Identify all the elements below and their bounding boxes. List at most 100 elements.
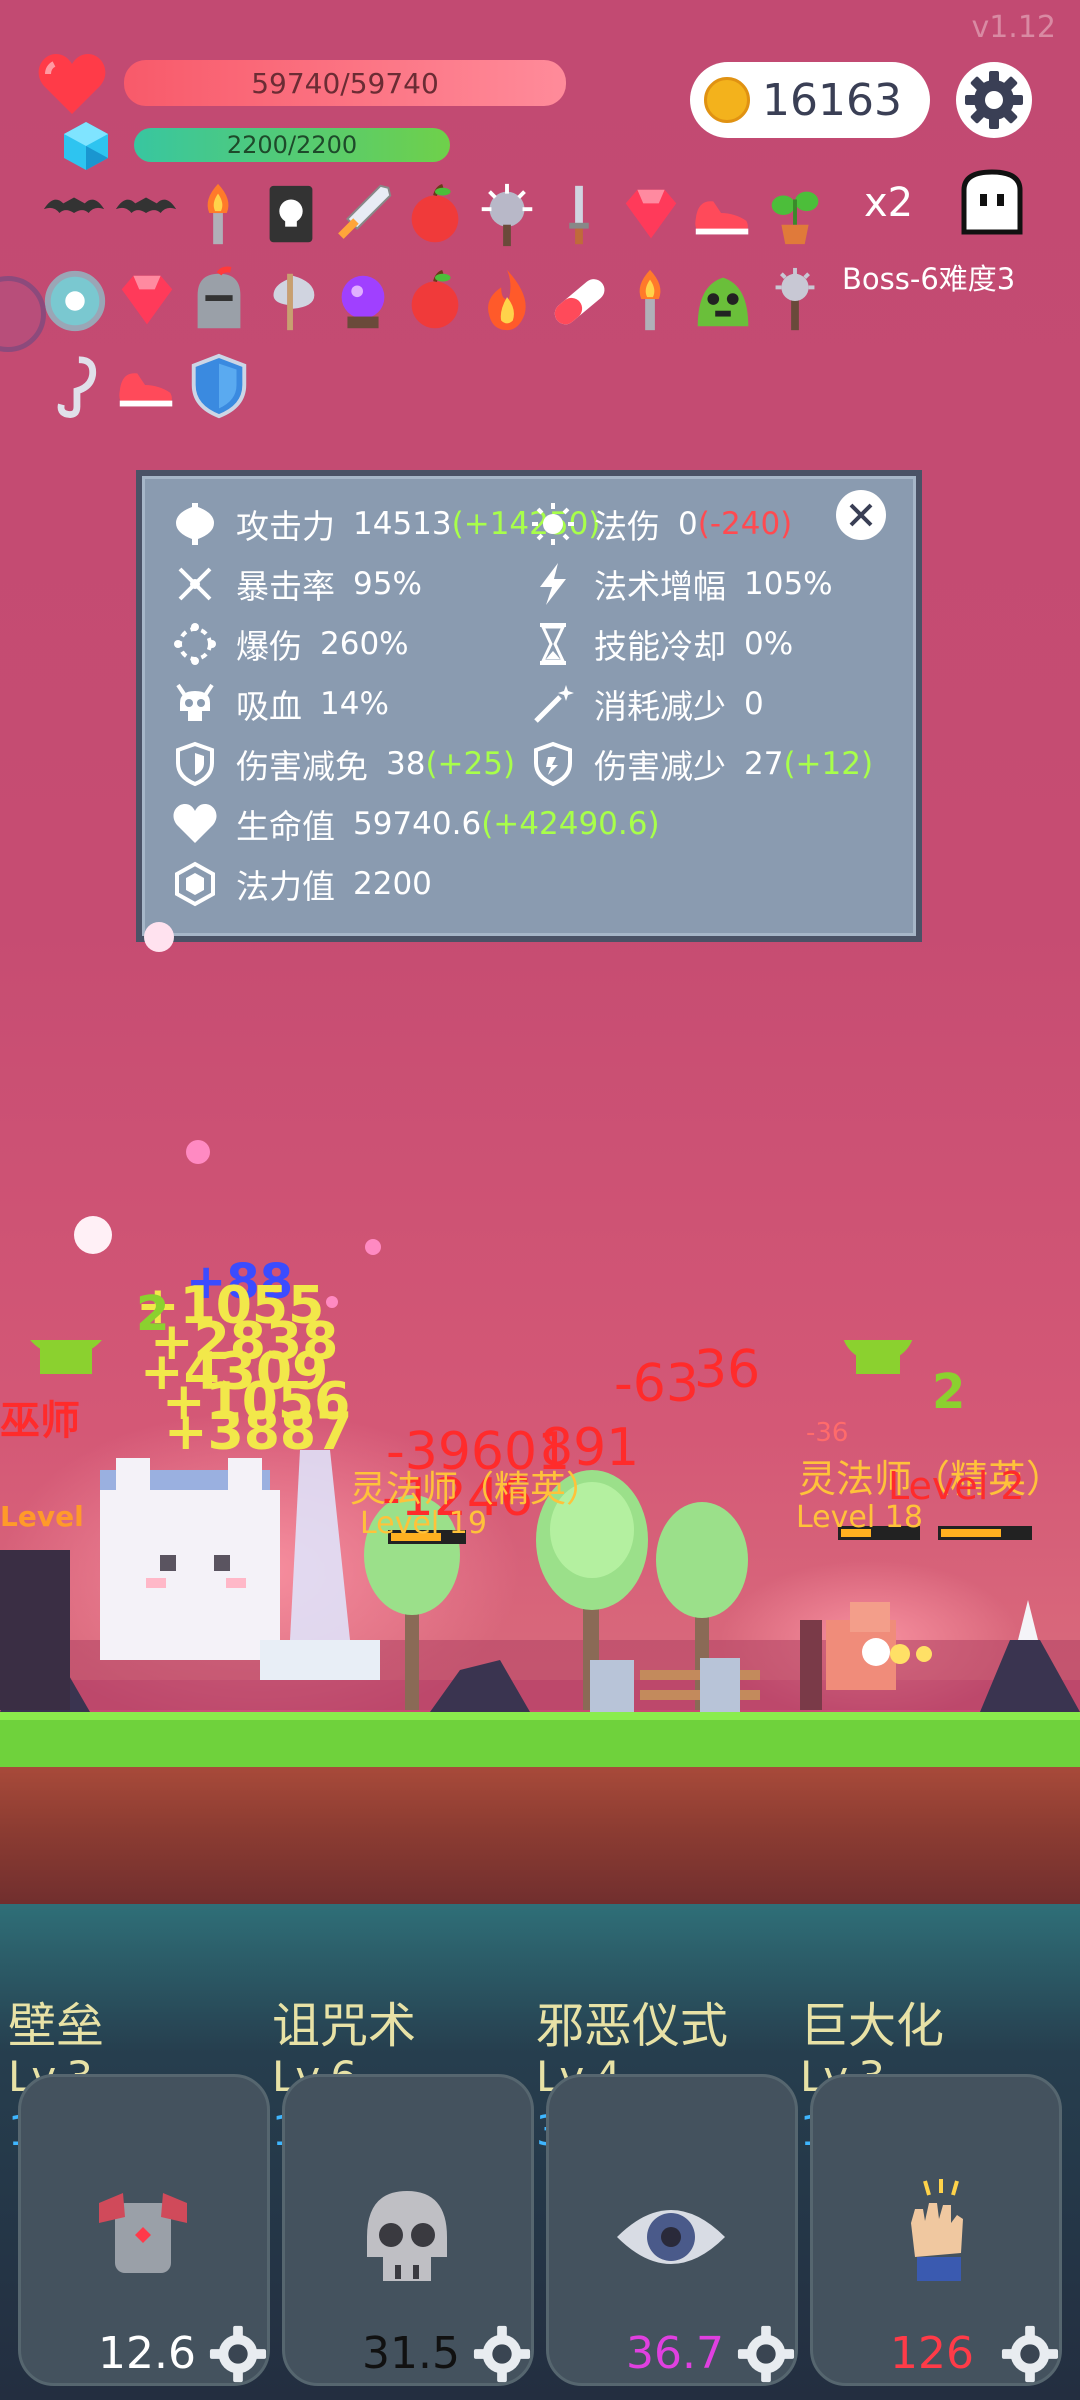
gear-icon — [965, 71, 1023, 129]
ring-target-icon[interactable] — [40, 266, 110, 336]
enemy-name: 巫师 — [0, 1398, 80, 1444]
armor-icon — [99, 2193, 187, 2273]
torch-icon[interactable] — [616, 266, 686, 336]
apple-icon[interactable] — [400, 180, 470, 250]
gear-icon — [737, 2325, 795, 2383]
torch-icon[interactable] — [184, 180, 254, 250]
hourglass-icon — [540, 623, 566, 665]
skill-name: 诅咒术 — [272, 1998, 417, 2054]
skill-settings-button[interactable] — [208, 2324, 268, 2384]
skill-settings-button[interactable] — [472, 2324, 532, 2384]
stat-damage-reduction: 伤害减免 38 (+25) — [172, 740, 515, 788]
shield-icon — [176, 741, 214, 787]
mp-text: 2200/2200 — [226, 131, 358, 159]
skill-cooldown: 12.6 — [98, 2328, 196, 2379]
stat-mp: 法力值 2200 — [172, 860, 432, 908]
coin-icon — [704, 77, 750, 123]
shield-icon[interactable] — [184, 352, 254, 422]
stat-spell-amp: 法术增幅 105% — [530, 560, 833, 608]
stat-cooldown: 技能冷却 0% — [530, 620, 793, 668]
evil-eye-icon — [617, 2210, 725, 2264]
gold-counter: 16163 — [690, 62, 930, 138]
green-slime-icon[interactable] — [688, 266, 758, 336]
damage-number: +3887 — [164, 1402, 353, 1462]
skull-icon — [367, 2191, 447, 2281]
stat-crit-rate: 暴击率 95% — [172, 560, 422, 608]
skill-settings-button[interactable] — [736, 2324, 796, 2384]
sparkle-particle — [326, 1296, 338, 1308]
axe-icon[interactable] — [256, 266, 326, 336]
crystal-ball-icon[interactable] — [328, 266, 398, 336]
sun-icon — [532, 503, 574, 545]
skill-cooldown: 31.5 — [362, 2328, 460, 2379]
vampire-skull-icon — [176, 683, 214, 721]
enemy-name: 灵法师（精英） — [350, 1469, 603, 1510]
grass-ground — [0, 1712, 1080, 1775]
close-button[interactable] — [836, 490, 886, 540]
ghost-icon[interactable] — [956, 168, 1028, 238]
skill-cooldown: 36.7 — [626, 2328, 724, 2379]
stat-lifesteal: 吸血 14% — [172, 680, 389, 728]
poison-stack: 2 — [932, 1364, 966, 1420]
heart-icon — [173, 804, 217, 843]
crit-cross-icon — [178, 567, 212, 601]
stat-cost-reduction: 消耗减少 0 — [530, 680, 764, 728]
sparkle-particle — [144, 922, 174, 952]
stage-label: Boss-6难度3 — [842, 262, 1016, 296]
skull-book-icon[interactable] — [256, 180, 326, 250]
spiked-club-icon[interactable] — [760, 266, 830, 336]
enemy-level: Level 2 — [888, 1464, 1025, 1508]
gear-icon — [1001, 2325, 1059, 2383]
spiked-mace-icon[interactable] — [472, 180, 542, 250]
mp-bar: 2200/2200 — [134, 128, 450, 162]
ruby-icon[interactable] — [112, 266, 182, 336]
settings-button[interactable] — [956, 62, 1032, 138]
knight-helmet-icon[interactable] — [184, 266, 254, 336]
lightning-icon — [540, 563, 566, 605]
gear-icon — [473, 2325, 531, 2383]
heart-icon — [38, 54, 106, 114]
stat-magic-damage: 法伤 0 (-240) — [530, 500, 792, 548]
bat-icon[interactable] — [40, 180, 110, 250]
giant-fist-icon — [911, 2179, 963, 2281]
dagger-icon[interactable] — [544, 180, 614, 250]
skill-name: 巨大化 — [800, 1998, 945, 2054]
hp-text: 59740/59740 — [251, 66, 439, 100]
skill-cooldown: 126 — [890, 2328, 974, 2379]
apple-icon[interactable] — [400, 266, 470, 336]
red-sneaker-icon[interactable] — [112, 352, 182, 422]
fire-icon[interactable] — [472, 266, 542, 336]
damage-number: 36 — [694, 1340, 761, 1400]
potted-plant-icon[interactable] — [760, 180, 830, 250]
enemy-level: Level — [0, 1500, 84, 1533]
bat-icon[interactable] — [112, 180, 182, 250]
axe-icon — [176, 503, 214, 545]
skill-name: 邪恶仪式 — [536, 1998, 729, 2054]
skill-settings-button[interactable] — [1000, 2324, 1060, 2384]
hook-icon[interactable] — [40, 352, 110, 422]
stat-crit-damage: 爆伤 260% — [172, 620, 409, 668]
ruby-icon[interactable] — [616, 180, 686, 250]
version-label: v1.12 — [971, 10, 1056, 45]
damage-number: -63 — [614, 1354, 699, 1414]
mana-gem-icon — [64, 122, 108, 170]
shield-icon — [534, 741, 572, 787]
stat-damage-decrease: 伤害减少 27 (+12) — [530, 740, 873, 788]
gear-icon — [209, 2325, 267, 2383]
sparkle-particle — [365, 1239, 381, 1255]
magic-wand-icon — [534, 685, 574, 723]
crystal-hex-icon — [175, 861, 215, 907]
gold-amount: 16163 — [762, 74, 902, 126]
close-icon — [849, 503, 873, 527]
pill-capsule-icon[interactable] — [544, 266, 614, 336]
dirt-layer — [0, 1767, 1080, 1907]
stat-hp: 生命值 59740.6 (+42490.6) — [172, 800, 660, 848]
skill-name: 壁垒 — [8, 1998, 105, 2054]
damage-number: -36 — [806, 1418, 849, 1448]
red-sneaker-icon[interactable] — [688, 180, 758, 250]
game-speed-toggle[interactable]: x2 — [864, 180, 913, 226]
sword-icon[interactable] — [328, 180, 398, 250]
sparkle-particle — [74, 1216, 112, 1254]
sparkle-particle — [186, 1140, 210, 1164]
enemy-level: Level 19 — [360, 1506, 487, 1541]
